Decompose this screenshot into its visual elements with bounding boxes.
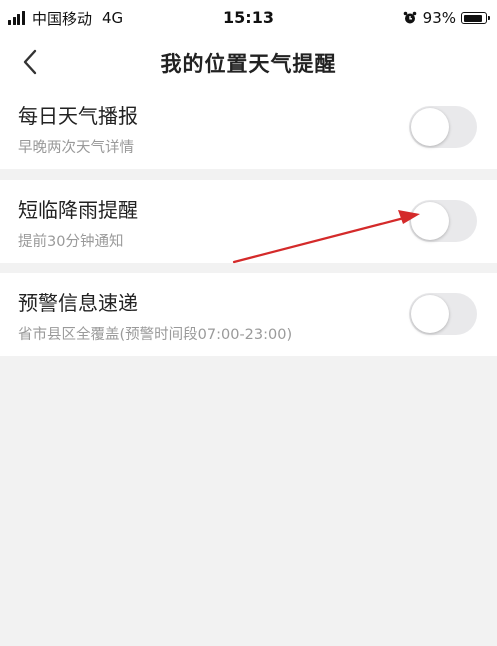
setting-title: 预警信息速递 (18, 291, 138, 315)
page-title: 我的位置天气提醒 (160, 52, 337, 76)
daily-weather-toggle[interactable] (409, 106, 477, 148)
status-right: 93% (403, 8, 490, 28)
status-bar: 中国移动 4G 15:13 93% (0, 0, 497, 36)
toggle-knob (411, 108, 449, 146)
setting-row-rain-alert: 短临降雨提醒 提前30分钟通知 (0, 180, 497, 263)
setting-title: 短临降雨提醒 (18, 198, 138, 222)
battery-icon (461, 12, 490, 24)
setting-row-warning-info: 预警信息速递 省市县区全覆盖(预警时间段07:00-23:00) (0, 273, 497, 356)
toggle-knob (411, 295, 449, 333)
setting-row-daily-weather: 每日天气播报 早晚两次天气详情 (0, 86, 497, 169)
navigation-bar: 我的位置天气提醒 (0, 36, 497, 86)
setting-subtitle: 提前30分钟通知 (18, 234, 124, 250)
toggle-knob (411, 202, 449, 240)
setting-title: 每日天气播报 (18, 104, 138, 128)
rain-alert-toggle[interactable] (409, 200, 477, 242)
warning-info-toggle[interactable] (409, 293, 477, 335)
battery-percentage: 93% (422, 9, 456, 27)
alarm-clock-icon (403, 11, 417, 25)
battery-level-fill (463, 14, 483, 22)
setting-subtitle: 省市县区全覆盖(预警时间段07:00-23:00) (18, 327, 293, 343)
setting-subtitle: 早晚两次天气详情 (18, 140, 134, 156)
